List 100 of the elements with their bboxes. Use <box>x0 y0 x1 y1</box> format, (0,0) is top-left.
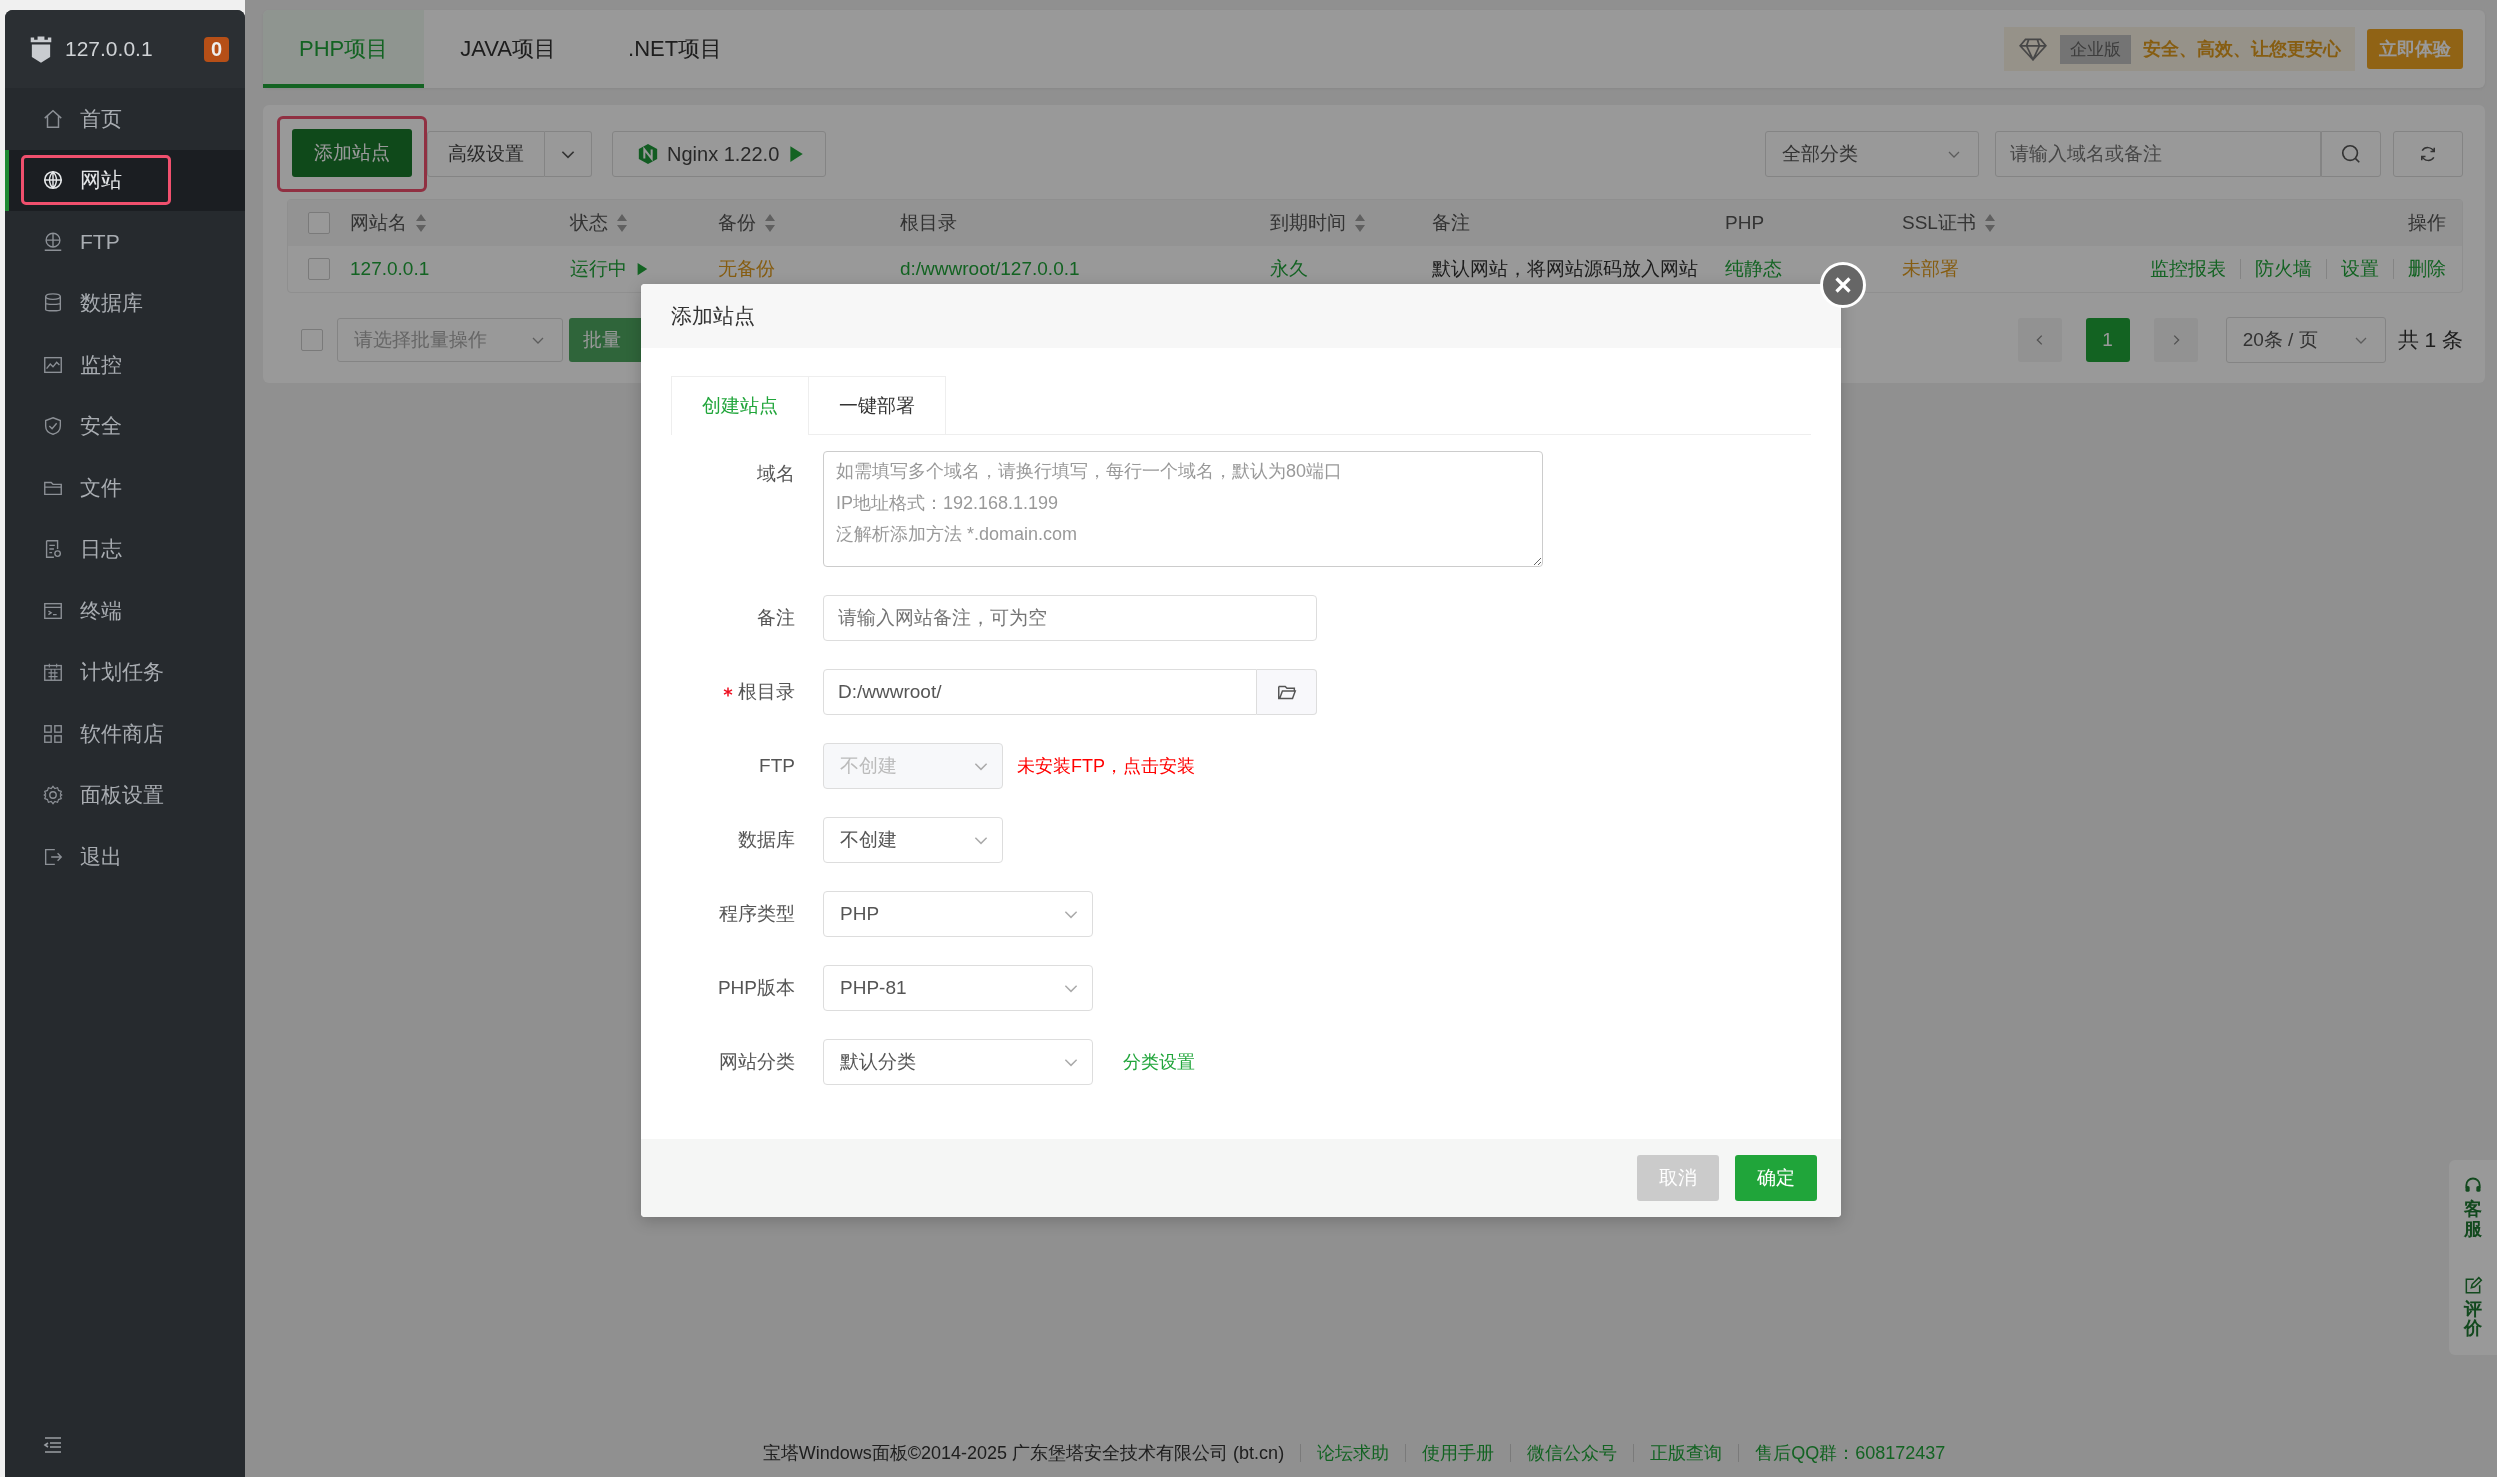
sidebar-item[interactable]: 退出 <box>5 826 245 888</box>
diamond-icon <box>2018 37 2048 61</box>
sort-icon[interactable] <box>616 213 628 233</box>
footer-link[interactable]: 售后QQ群：608172437 <box>1755 1441 1946 1465</box>
field-label: 程序类型 <box>719 902 795 926</box>
column-header: PHP <box>1725 212 1765 234</box>
add-site-button[interactable]: 添加站点 <box>292 129 412 177</box>
remark-field[interactable]: 请输入网站备注，可为空 <box>823 595 1317 641</box>
select-field[interactable]: PHP <box>823 891 1093 937</box>
required-icon <box>723 687 733 697</box>
sidebar-item[interactable]: 安全 <box>5 395 245 457</box>
sidebar-item[interactable]: 日志 <box>5 518 245 580</box>
sidebar-item[interactable]: 监控 <box>5 334 245 396</box>
root-path-field[interactable]: D:/wwwroot/ <box>823 669 1257 715</box>
category-settings-link[interactable]: 分类设置 <box>1123 1050 1195 1074</box>
side-panel-link[interactable]: 客服 <box>2464 1200 2482 1240</box>
notification-badge[interactable]: 0 <box>203 36 229 62</box>
promo-text: 安全、高效、让您更安心 <box>2143 38 2341 61</box>
footer-link[interactable]: 微信公众号 <box>1527 1441 1618 1465</box>
select-all-checkbox[interactable] <box>301 329 323 351</box>
select-all-checkbox[interactable] <box>308 212 330 234</box>
root-path-link[interactable]: d:/wwwroot/127.0.0.1 <box>900 258 1080 280</box>
column-header: 到期时间 <box>1270 211 1346 235</box>
expiry-text[interactable]: 永久 <box>1270 256 1308 282</box>
select-field[interactable]: 默认分类 <box>823 1039 1093 1085</box>
search-icon <box>2340 143 2362 165</box>
page-button[interactable]: 1 <box>2085 318 2130 362</box>
select-field[interactable]: PHP-81 <box>823 965 1093 1011</box>
select-field[interactable]: 不创建 <box>823 817 1003 863</box>
status-text[interactable]: 运行中 <box>570 256 627 282</box>
side-panel-link[interactable]: 评价 <box>2464 1299 2482 1340</box>
footer-link[interactable]: 论坛求助 <box>1317 1441 1390 1465</box>
confirm-button[interactable]: 确定 <box>1735 1155 1817 1201</box>
footer-link[interactable]: 使用手册 <box>1422 1441 1495 1465</box>
sort-icon[interactable] <box>764 213 776 233</box>
field-label: FTP <box>759 755 795 777</box>
field-label: 网站分类 <box>719 1050 795 1074</box>
sidebar-item[interactable]: 软件商店 <box>5 703 245 765</box>
sidebar-item[interactable]: 首页 <box>5 88 245 150</box>
action-link[interactable]: 设置 <box>2341 256 2379 282</box>
domain-textarea[interactable]: 如需填写多个域名，请换行填写，每行一个域名，默认为80端口 IP地址格式：192.168.1.199 泛解析添加方法 *.domain.com <box>823 451 1543 567</box>
settings-icon <box>42 784 64 807</box>
sidebar-item[interactable]: 数据库 <box>5 272 245 334</box>
column-header: 备份 <box>718 211 756 235</box>
sidebar-item[interactable]: 终端 <box>5 580 245 642</box>
browse-folder-button[interactable] <box>1257 669 1317 715</box>
sort-icon[interactable] <box>415 213 427 233</box>
sidebar-item[interactable]: 计划任务 <box>5 641 245 703</box>
column-header: SSL证书 <box>1902 211 1976 235</box>
site-name-link[interactable]: 127.0.0.1 <box>350 258 430 280</box>
row-checkbox[interactable] <box>308 258 330 280</box>
home-icon <box>42 107 64 130</box>
edit-icon[interactable] <box>2463 1275 2483 1296</box>
field-label: 根目录 <box>738 680 795 704</box>
next-page-button[interactable] <box>2153 318 2198 362</box>
search-field[interactable]: 请输入域名或备注 <box>1995 131 2321 177</box>
advanced-settings-button[interactable]: 高级设置 <box>427 131 545 177</box>
field-label: 备注 <box>757 606 795 630</box>
refresh-button[interactable] <box>2393 131 2463 177</box>
server-address: 127.0.0.1 <box>65 37 154 61</box>
action-link[interactable]: 删除 <box>2408 256 2446 282</box>
project-tab[interactable]: .NET项目 <box>592 10 759 88</box>
dropdown-button[interactable] <box>545 131 592 177</box>
grid-icon <box>42 722 64 745</box>
ssl-status-link[interactable]: 未部署 <box>1902 256 1959 282</box>
column-header: 状态 <box>570 211 608 235</box>
dialog-tab[interactable]: 创建站点 <box>671 376 809 435</box>
category-select[interactable]: 全部分类 <box>1765 131 1979 177</box>
project-tab[interactable]: JAVA项目 <box>424 10 592 88</box>
sidebar-item[interactable]: 文件 <box>5 457 245 519</box>
sort-icon[interactable] <box>1354 213 1366 233</box>
column-header: 操作 <box>2408 211 2446 235</box>
action-link[interactable]: 防火墙 <box>2255 256 2312 282</box>
column-header: 网站名 <box>350 211 407 235</box>
previous-page-button[interactable] <box>2017 318 2062 362</box>
page-size-select[interactable]: 20条 / 页 <box>2225 317 2386 363</box>
footer-link[interactable]: 正版查询 <box>1650 1441 1723 1465</box>
column-header: 备注 <box>1432 211 1470 235</box>
nginx-button[interactable]: Nginx 1.22.0 <box>612 131 827 177</box>
search-button[interactable] <box>2321 131 2381 177</box>
field-label: 数据库 <box>738 828 795 852</box>
sidebar-item[interactable]: 面板设置 <box>5 764 245 826</box>
dialog-title: 添加站点 <box>671 303 755 329</box>
project-tab[interactable]: PHP项目 <box>263 10 425 88</box>
calendar-icon <box>42 661 64 684</box>
sidebar-item[interactable]: 网站 <box>5 149 245 211</box>
action-link[interactable]: 监控报表 <box>2150 256 2226 282</box>
refresh-icon <box>2418 144 2438 164</box>
dialog-tab[interactable]: 一键部署 <box>809 376 946 435</box>
globe-icon <box>42 230 64 253</box>
column-header: 根目录 <box>900 211 957 235</box>
php-version-link[interactable]: 纯静态 <box>1725 256 1782 282</box>
sort-icon[interactable] <box>1983 213 1996 233</box>
play-icon <box>635 262 649 276</box>
sidebar-item[interactable]: FTP <box>5 211 245 273</box>
hexagon-logo-icon <box>637 143 659 165</box>
backup-link[interactable]: 无备份 <box>718 256 775 282</box>
globe-icon <box>42 169 64 192</box>
field-label: 域名 <box>757 462 795 486</box>
remark-text: 默认网站，将网站源码放入网站 <box>1432 257 1698 281</box>
